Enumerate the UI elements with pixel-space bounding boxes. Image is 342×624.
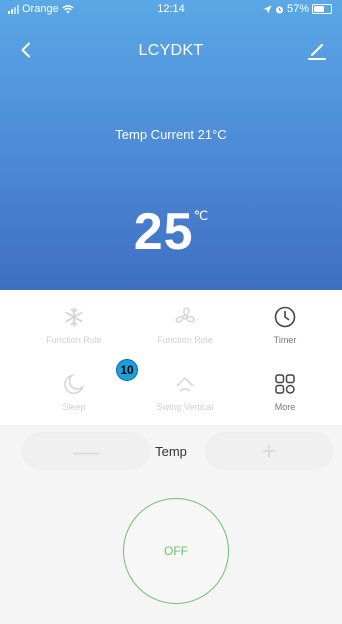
app-screen: Orange 12:14 57% LCYDKT Temp Current 21°… [0,0,342,624]
alarm-icon [275,6,283,13]
function-rule-button[interactable]: Function Rule [17,299,131,359]
more-button[interactable]: More [228,366,342,426]
set-temperature-unit: ℃ [193,208,209,223]
status-bar: Orange 12:14 57% [0,0,342,20]
battery-percent: 57% [286,3,309,15]
clock-icon [274,306,296,328]
battery-fill [314,6,325,12]
hero-panel: Orange 12:14 57% LCYDKT Temp Current 21°… [0,0,342,290]
set-temperature: 25℃ [0,202,342,262]
grid-icon [275,374,295,394]
function-grid: Function Rule Function Role Timer Sleep … [0,290,342,425]
snowflake-icon [65,307,83,327]
more-label: More [274,402,296,412]
function-rule-label: Function Rule [46,335,102,345]
power-label: OFF [164,544,188,558]
nav-bar: LCYDKT [0,35,342,65]
plus-icon: + [261,435,277,466]
pencil-icon [308,43,326,60]
swing-vertical-label: Swing Vertical [156,402,214,412]
set-temperature-value: 25 [133,203,194,261]
page-title: LCYDKT [138,42,204,59]
temp-increase-button[interactable]: + [205,432,333,470]
fan-icon [175,307,195,323]
sleep-button[interactable]: Sleep [17,366,131,426]
power-button[interactable]: OFF [123,498,229,604]
control-panel: — Temp + OFF [0,425,342,624]
function-role-button[interactable]: Function Role [128,299,242,359]
battery-icon [312,4,332,14]
status-right: 57% [263,3,332,15]
function-role-label: Function Role [157,335,213,345]
moon-icon [64,374,85,395]
step-badge: 10 [116,359,138,381]
edit-button[interactable] [304,37,330,63]
sleep-label: Sleep [62,402,86,412]
location-icon [263,5,272,13]
timer-button[interactable]: Timer [228,299,342,359]
timer-label: Timer [273,335,297,345]
swing-icon [176,377,194,392]
swing-vertical-button[interactable]: Swing Vertical [128,366,242,426]
current-temperature: Temp Current 21°C [115,127,227,142]
